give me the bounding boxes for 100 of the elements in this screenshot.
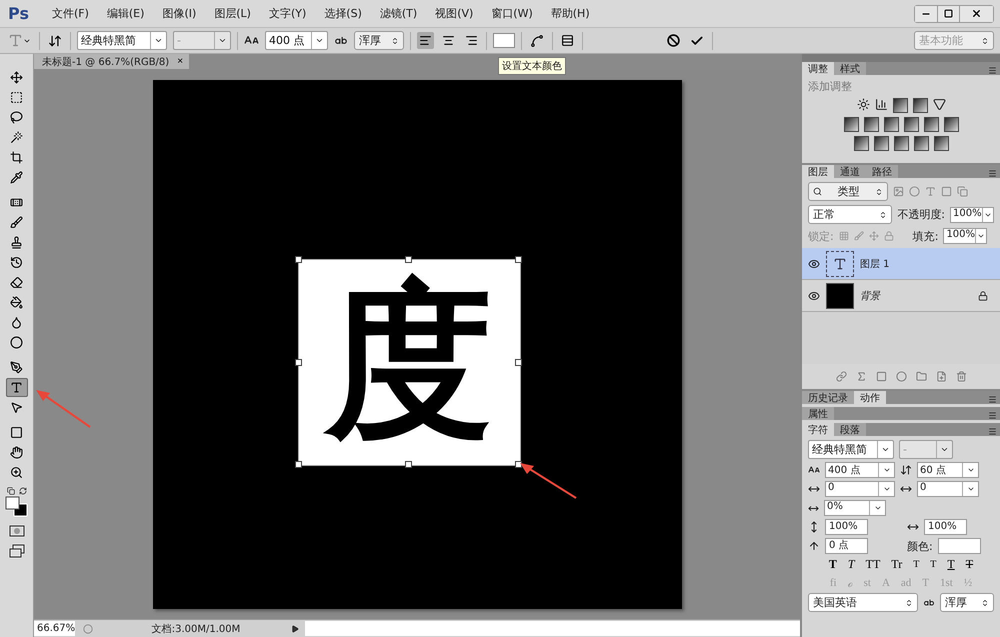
- close-button[interactable]: [959, 6, 993, 22]
- resize-handle[interactable]: [404, 256, 412, 262]
- visibility-icon[interactable]: [808, 290, 820, 302]
- link-icon[interactable]: [836, 371, 846, 382]
- panel-tab[interactable]: 调整: [802, 62, 834, 75]
- resize-handle[interactable]: [514, 358, 522, 366]
- panel-menu-icon[interactable]: [988, 427, 997, 436]
- menu-item[interactable]: 图像(I): [153, 6, 206, 21]
- fill-field[interactable]: 100%: [943, 228, 988, 244]
- text-style-button[interactable]: TT: [862, 557, 884, 572]
- adjustment-icon[interactable]: [864, 117, 878, 132]
- adjustment-icon[interactable]: [912, 98, 928, 113]
- font-size-field[interactable]: 400 点: [825, 462, 895, 478]
- tool-button[interactable]: [6, 378, 28, 397]
- panels-toggle-button[interactable]: [559, 32, 576, 49]
- blend-mode-select[interactable]: 正常: [808, 205, 892, 224]
- adjustment-icon[interactable]: [854, 136, 868, 151]
- trash-icon[interactable]: [956, 371, 966, 382]
- panel-tab[interactable]: 通道: [834, 165, 866, 178]
- cancel-button[interactable]: [665, 32, 682, 49]
- expand-icon[interactable]: [291, 624, 299, 632]
- adjustment-icon[interactable]: [894, 136, 908, 151]
- menu-item[interactable]: 视图(V): [426, 6, 482, 21]
- text-style-button[interactable]: Tr: [888, 557, 906, 572]
- text-style-button[interactable]: T: [962, 557, 976, 572]
- resize-handle[interactable]: [294, 358, 302, 366]
- panel-menu-icon[interactable]: [988, 411, 997, 420]
- adjustment-icon[interactable]: [874, 136, 888, 151]
- menu-item[interactable]: 帮助(H): [542, 6, 599, 21]
- font-size-select[interactable]: 400 点: [265, 31, 328, 50]
- resize-handle[interactable]: [294, 460, 302, 468]
- antialias-select[interactable]: 浑厚: [940, 593, 994, 612]
- adjustment-icon[interactable]: [924, 117, 938, 132]
- panel-tab[interactable]: 历史记录: [802, 391, 854, 404]
- menu-item[interactable]: 滤镜(T): [370, 6, 426, 21]
- panel-tab[interactable]: 路径: [866, 165, 898, 178]
- font-family-select[interactable]: 经典特黑简: [77, 31, 167, 50]
- close-tab-button[interactable]: ×: [177, 56, 184, 67]
- panel-tab[interactable]: 字符: [802, 423, 834, 436]
- panel-tab[interactable]: 属性: [802, 407, 834, 420]
- layer-row[interactable]: 背景: [802, 280, 1000, 312]
- new-layer-icon[interactable]: [936, 371, 946, 382]
- transform-box[interactable]: 度: [298, 258, 520, 466]
- tsume-field[interactable]: 0%: [824, 500, 886, 516]
- mask-icon[interactable]: [876, 371, 886, 382]
- adjustment-icon[interactable]: [892, 98, 908, 113]
- adjustment-layer-icon[interactable]: [896, 371, 906, 382]
- zoom-field[interactable]: 66.67%: [34, 621, 75, 636]
- baseline-shift-field[interactable]: 0 点: [825, 538, 868, 554]
- quick-mask-icon[interactable]: [8, 525, 24, 537]
- adjustment-icon[interactable]: [914, 136, 928, 151]
- panel-tab[interactable]: 样式: [834, 62, 866, 75]
- adjustment-icon[interactable]: [904, 117, 918, 132]
- adjustment-icon[interactable]: [944, 117, 958, 132]
- menu-item[interactable]: 编辑(E): [98, 6, 154, 21]
- screen-mode-icon[interactable]: [8, 544, 24, 558]
- effects-icon[interactable]: [856, 371, 866, 382]
- folder-icon[interactable]: [916, 371, 926, 382]
- panel-tab[interactable]: 段落: [834, 423, 866, 436]
- menu-item[interactable]: 文字(Y): [260, 6, 316, 21]
- tracking-field[interactable]: 0: [917, 481, 979, 497]
- levels-icon[interactable]: [874, 98, 888, 111]
- align-button[interactable]: [417, 32, 434, 49]
- opacity-field[interactable]: 100%: [950, 206, 994, 222]
- panel-menu-icon[interactable]: [988, 395, 997, 404]
- text-style-button[interactable]: T: [910, 559, 922, 570]
- layer-row[interactable]: 图层 1: [802, 248, 1000, 280]
- adjustment-icon[interactable]: [884, 117, 898, 132]
- text-color-swatch[interactable]: [493, 33, 515, 48]
- adjustment-icon[interactable]: [934, 136, 948, 151]
- brightness-icon[interactable]: [856, 98, 870, 111]
- kerning-field[interactable]: 0: [825, 481, 895, 497]
- menu-item[interactable]: 图层(L): [205, 6, 260, 21]
- menu-item[interactable]: 文件(F): [42, 6, 98, 21]
- language-select[interactable]: 美国英语: [808, 593, 918, 612]
- panel-tab[interactable]: 动作: [854, 391, 886, 404]
- default-colors-icon[interactable]: [6, 487, 14, 495]
- text-style-button[interactable]: T: [826, 557, 840, 572]
- maximize-button[interactable]: [937, 6, 959, 22]
- resize-handle[interactable]: [514, 460, 522, 468]
- resize-handle[interactable]: [294, 256, 302, 262]
- visibility-icon[interactable]: [808, 258, 820, 270]
- color-swatches-icon[interactable]: [4, 496, 28, 518]
- panel-menu-icon[interactable]: [988, 169, 997, 178]
- horizontal-scale-field[interactable]: 100%: [924, 519, 967, 535]
- document-tab[interactable]: 未标题-1 @ 66.7%(RGB/8) ×: [34, 54, 190, 69]
- text-style-button[interactable]: T: [844, 557, 858, 572]
- font-family-select[interactable]: 经典特黑简: [808, 440, 894, 459]
- text-color-field[interactable]: [938, 538, 981, 554]
- text-style-button[interactable]: T: [944, 557, 958, 572]
- antialias-select[interactable]: 浑厚: [354, 31, 404, 50]
- panel-menu-icon[interactable]: [988, 66, 997, 75]
- vertical-scale-field[interactable]: 100%: [825, 519, 868, 535]
- leading-field[interactable]: 60 点: [917, 462, 979, 478]
- adjustment-icon[interactable]: [844, 117, 858, 132]
- triangle-icon[interactable]: [932, 98, 946, 111]
- swap-colors-icon[interactable]: [18, 487, 26, 495]
- resize-handle[interactable]: [404, 460, 412, 468]
- menu-item[interactable]: 窗口(W): [482, 6, 542, 21]
- menu-item[interactable]: 选择(S): [315, 6, 371, 21]
